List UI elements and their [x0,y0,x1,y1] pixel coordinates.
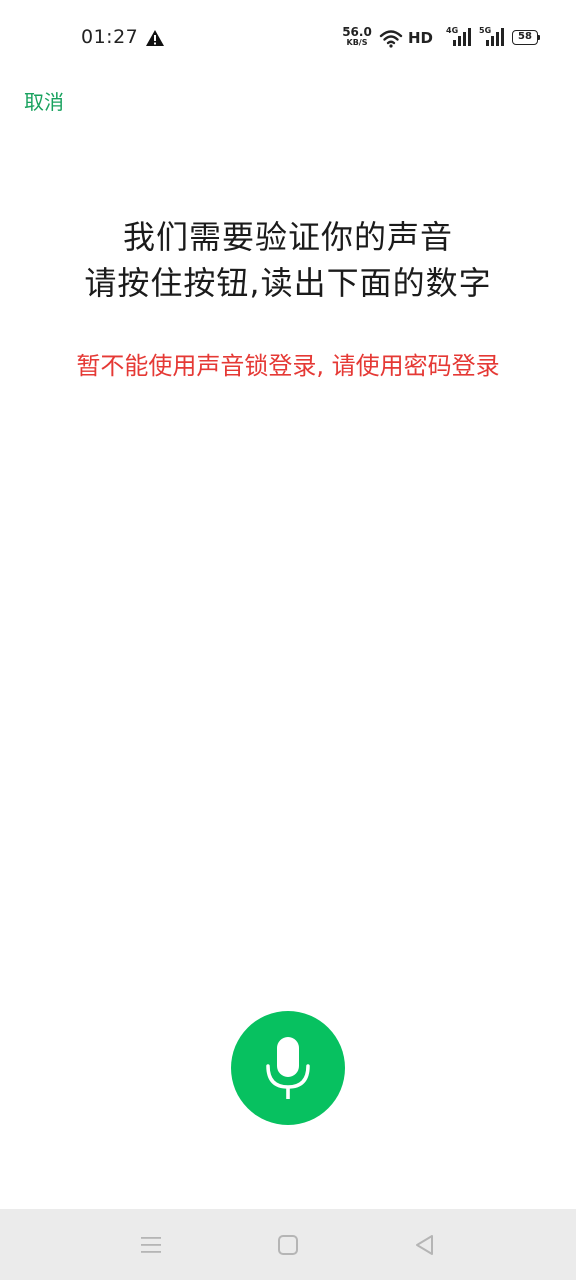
status-time: 01:27 [81,26,139,48]
menu-icon[interactable] [137,1231,165,1259]
signal-5g: 5G [479,26,505,48]
signal-bars-icon [453,28,471,46]
triangle-back-icon[interactable] [411,1231,439,1259]
status-bar: 01:27 56.0 KB/S HD 4G 5G 58 [0,0,576,76]
hold-to-speak-button[interactable] [231,1011,345,1125]
network-speed: 56.0 KB/S [340,26,374,47]
wifi-icon [379,30,403,48]
page-title-line-2: 请按住按钮,读出下面的数字 [84,264,492,302]
warning-triangle-icon [146,30,164,46]
battery-tip [538,35,540,40]
square-home-icon[interactable] [274,1231,302,1259]
signal-4g: 4G [446,26,472,48]
network-speed-unit: KB/S [346,38,368,47]
battery-indicator: 58 [512,30,538,45]
system-nav-bar [0,1209,576,1280]
screen: 01:27 56.0 KB/S HD 4G 5G 58 取消 我们需要验证你的声… [0,0,576,1280]
signal-bars-icon [486,28,504,46]
network-speed-value: 56.0 [342,25,372,39]
cancel-button[interactable]: 取消 [24,86,64,115]
microphone-icon [266,1037,310,1099]
page-title-line-1: 我们需要验证你的声音 [122,218,453,256]
hd-label: HD [408,29,434,47]
voice-lock-warning: 暂不能使用声音锁登录, 请使用密码登录 [76,352,500,380]
